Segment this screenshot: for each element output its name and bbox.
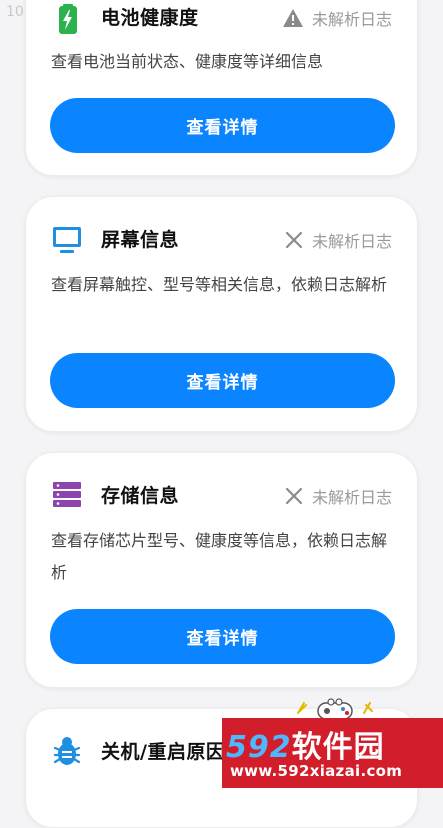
log-status-text: 未解析日志 — [311, 10, 392, 29]
site-watermark: 592软件园 www.592xiazai.com — [222, 718, 443, 788]
log-status: 未解析日志 — [282, 6, 392, 30]
card-description: 查看屏幕触控、型号等相关信息，依赖日志解析 — [51, 275, 388, 294]
close-icon — [284, 230, 304, 250]
card-title: 关机/重启原因 — [101, 741, 226, 763]
watermark-logo: 592软件园 — [226, 722, 385, 766]
view-details-button[interactable]: 查看详情 — [50, 98, 395, 153]
close-icon — [284, 486, 304, 506]
view-details-button[interactable]: 查看详情 — [50, 609, 395, 664]
watermark-logo-text: 软件园 — [291, 730, 385, 765]
log-status-text: 未解析日志 — [311, 232, 392, 251]
view-details-button[interactable]: 查看详情 — [50, 353, 395, 408]
card-header: 电池健康度 未解析日志 — [51, 1, 392, 35]
card-title: 存储信息 — [101, 485, 180, 507]
bug-icon — [51, 735, 85, 769]
log-status-text: 未解析日志 — [311, 488, 392, 507]
card-header: 屏幕信息 未解析日志 — [51, 223, 392, 257]
card-description: 查看存储芯片型号、健康度等信息，依赖日志解析 — [51, 531, 388, 582]
card-title: 屏幕信息 — [101, 229, 180, 251]
log-status: 未解析日志 — [284, 228, 392, 252]
card-title: 电池健康度 — [101, 7, 199, 29]
card-description: 查看电池当前状态、健康度等详细信息 — [51, 52, 324, 71]
monitor-icon — [51, 223, 85, 257]
log-status: 未解析日志 — [284, 484, 392, 508]
card-header: 存储信息 未解析日志 — [51, 479, 392, 513]
screen-info-card: 屏幕信息 未解析日志 查看屏幕触控、型号等相关信息，依赖日志解析 查看详情 — [25, 196, 418, 432]
storage-info-card: 存储信息 未解析日志 查看存储芯片型号、健康度等信息，依赖日志解析 查看详情 — [25, 452, 418, 688]
watermark-url: www.592xiazai.com — [230, 762, 403, 780]
watermark-logo-number: 592 — [226, 730, 292, 765]
warning-icon — [282, 8, 304, 28]
storage-icon — [51, 479, 85, 513]
status-bar-time: 10 — [6, 4, 24, 20]
battery-charging-icon — [51, 1, 85, 35]
battery-health-card: 电池健康度 未解析日志 查看电池当前状态、健康度等详细信息 查看详情 — [25, 0, 418, 176]
